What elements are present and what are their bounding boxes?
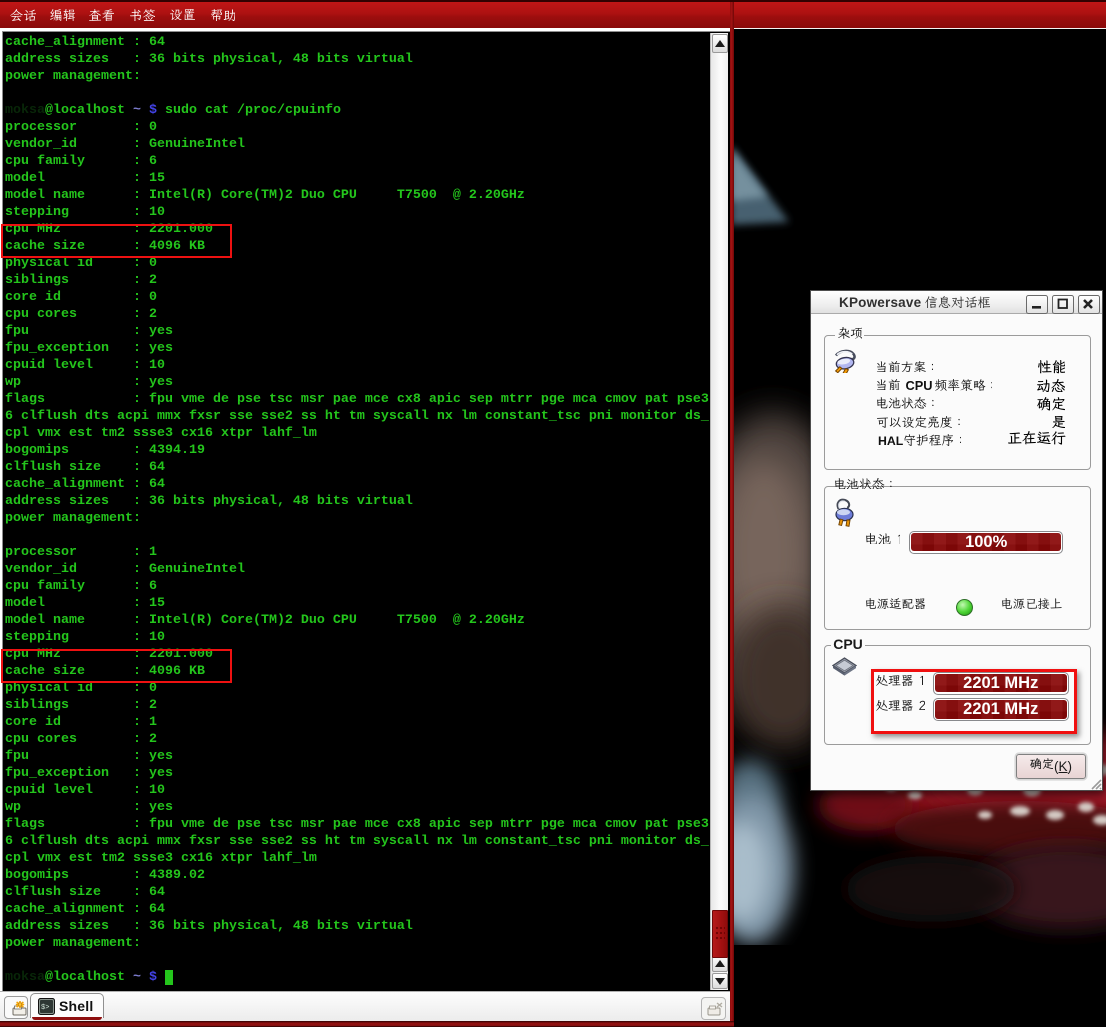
svg-text:$>: $> (41, 1004, 49, 1012)
